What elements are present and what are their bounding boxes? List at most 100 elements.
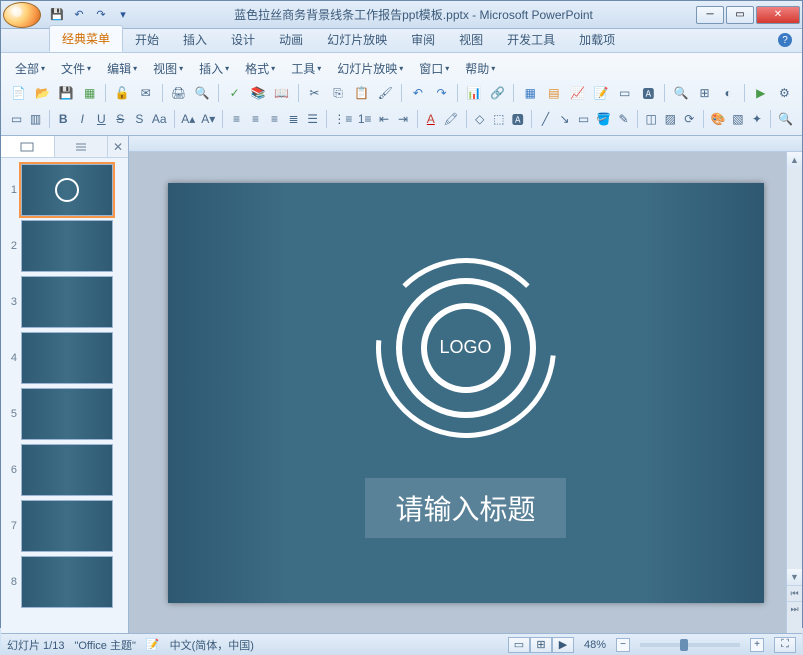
layout-icon[interactable]: ▥ <box>28 109 43 129</box>
shapes-icon[interactable]: ◇ <box>472 109 487 129</box>
justify-icon[interactable]: ≣ <box>286 109 301 129</box>
thumbnail-3[interactable]: 3 <box>1 274 128 330</box>
menu-tools[interactable]: 工具▾ <box>285 58 327 79</box>
undo-icon[interactable]: ↶ <box>71 7 87 23</box>
thumbnail-5[interactable]: 5 <box>1 386 128 442</box>
tab-slideshow[interactable]: 幻灯片放映 <box>315 27 399 52</box>
tab-view[interactable]: 视图 <box>447 27 495 52</box>
color-grayscale-icon[interactable]: ◐ <box>718 83 738 103</box>
office-button[interactable] <box>3 2 41 28</box>
zoom-slider[interactable] <box>640 643 740 647</box>
paste-icon[interactable]: 📋 <box>352 83 372 103</box>
newslide2-icon[interactable]: ✦ <box>749 109 764 129</box>
chart-icon[interactable]: 📊 <box>464 83 484 103</box>
rotate-icon[interactable]: ⟳ <box>682 109 697 129</box>
format-painter-icon[interactable]: 🖌 <box>375 83 395 103</box>
hyperlink-icon[interactable]: 🔗 <box>488 83 508 103</box>
excel-icon[interactable]: ▦ <box>80 83 100 103</box>
change-case-icon[interactable]: Aa <box>151 109 168 129</box>
menu-insert[interactable]: 插入▾ <box>193 58 235 79</box>
grid-icon[interactable]: ⊞ <box>695 83 715 103</box>
thumbnail-list[interactable]: 1 2 3 4 5 6 7 8 <box>1 158 128 633</box>
grow-font-icon[interactable]: A▴ <box>180 109 196 129</box>
scroll-down-icon[interactable]: ▼ <box>787 569 802 585</box>
maximize-button[interactable]: ▭ <box>726 6 754 24</box>
shrink-font-icon[interactable]: A▾ <box>200 109 216 129</box>
fit-window-icon[interactable]: ⛶ <box>774 637 796 653</box>
wordart-icon[interactable]: 🅰 <box>639 83 659 103</box>
shadow-effect-icon[interactable]: ▨ <box>663 109 678 129</box>
align-left-icon[interactable]: ≡ <box>229 109 244 129</box>
redo-icon[interactable]: ↷ <box>93 7 109 23</box>
thumbnail-close-icon[interactable]: ✕ <box>108 136 128 157</box>
thumbnail-6[interactable]: 6 <box>1 442 128 498</box>
bold-icon[interactable]: B <box>56 109 71 129</box>
zoom-icon[interactable]: 🔍 <box>671 83 691 103</box>
thumbnail-7[interactable]: 7 <box>1 498 128 554</box>
slides-tab[interactable] <box>1 136 55 157</box>
language-status[interactable]: 中文(简体，中国) <box>170 637 254 653</box>
newslide-icon[interactable]: ▭ <box>9 109 24 129</box>
tables-icon[interactable]: ▤ <box>544 83 564 103</box>
spellcheck-icon[interactable]: ✓ <box>225 83 245 103</box>
open-icon[interactable]: 📂 <box>33 83 53 103</box>
slideshow-view-icon[interactable]: ▶ <box>552 637 574 653</box>
cut-icon[interactable]: ✂ <box>305 83 325 103</box>
minimize-button[interactable]: ─ <box>696 6 724 24</box>
menu-help[interactable]: 帮助▾ <box>459 58 501 79</box>
quickstyle-icon[interactable]: 🅰 <box>510 109 525 129</box>
menu-window[interactable]: 窗口▾ <box>413 58 455 79</box>
underline-icon[interactable]: U <box>94 109 109 129</box>
table-icon[interactable]: ▦ <box>520 83 540 103</box>
insert-chart-icon[interactable]: 📈 <box>568 83 588 103</box>
bullets-icon[interactable]: ⋮≡ <box>333 109 353 129</box>
shadow-icon[interactable]: S <box>132 109 147 129</box>
vertical-scrollbar[interactable]: ▲ ▼ ⏮ ⏭ <box>786 152 802 633</box>
title-placeholder[interactable]: 请输入标题 <box>365 478 565 538</box>
next-slide-icon[interactable]: ⏭ <box>787 601 802 617</box>
research-icon[interactable]: 📚 <box>248 83 268 103</box>
increase-indent-icon[interactable]: ⇥ <box>396 109 411 129</box>
tab-home[interactable]: 开始 <box>123 27 171 52</box>
print-preview-icon[interactable]: 🔍 <box>192 83 212 103</box>
new-icon[interactable]: 📄 <box>9 83 29 103</box>
zoom-out-button[interactable]: − <box>616 638 630 652</box>
menu-all[interactable]: 全部▾ <box>9 58 51 79</box>
normal-view-icon[interactable]: ▭ <box>508 637 530 653</box>
menu-format[interactable]: 格式▾ <box>239 58 281 79</box>
zoom-in-button[interactable]: + <box>750 638 764 652</box>
3d-icon[interactable]: ◫ <box>644 109 659 129</box>
tab-review[interactable]: 审阅 <box>399 27 447 52</box>
tab-insert[interactable]: 插入 <box>171 27 219 52</box>
tab-developer[interactable]: 开发工具 <box>495 27 567 52</box>
slide-canvas[interactable]: LOGO 请输入标题 <box>168 183 764 603</box>
textbox-icon[interactable]: 📝 <box>591 83 611 103</box>
prev-slide-icon[interactable]: ⏮ <box>787 585 802 601</box>
slide-viewport[interactable]: LOGO 请输入标题 ▲ ▼ ⏮ ⏭ <box>129 152 802 633</box>
outline-tab[interactable] <box>55 136 109 157</box>
logo-graphic[interactable]: LOGO <box>366 248 566 448</box>
email-icon[interactable]: ✉ <box>136 83 156 103</box>
help-icon[interactable]: ? <box>778 33 792 47</box>
redo-toolbar-icon[interactable]: ↷ <box>432 83 452 103</box>
save-toolbar-icon[interactable]: 💾 <box>56 83 76 103</box>
italic-icon[interactable]: I <box>75 109 90 129</box>
line-icon[interactable]: ╱ <box>538 109 553 129</box>
permission-icon[interactable]: 🔓 <box>112 83 132 103</box>
background-icon[interactable]: ▧ <box>730 109 745 129</box>
align-right-icon[interactable]: ≡ <box>267 109 282 129</box>
menu-slideshow[interactable]: 幻灯片放映▾ <box>331 58 409 79</box>
menu-view[interactable]: 视图▾ <box>147 58 189 79</box>
distributed-icon[interactable]: ☰ <box>305 109 320 129</box>
highlight-icon[interactable]: 🖍 <box>442 109 459 129</box>
numbering-icon[interactable]: 1≡ <box>357 109 373 129</box>
arrow-icon[interactable]: ↘ <box>557 109 572 129</box>
sorter-view-icon[interactable]: ⊞ <box>530 637 552 653</box>
menu-file[interactable]: 文件▾ <box>55 58 97 79</box>
save-icon[interactable]: 💾 <box>49 7 65 23</box>
font-color-icon[interactable]: A <box>423 109 438 129</box>
shape-fill-icon[interactable]: 🪣 <box>595 109 612 129</box>
close-button[interactable]: ✕ <box>756 6 800 24</box>
strikethrough-icon[interactable]: S <box>113 109 128 129</box>
thumbnail-1[interactable]: 1 <box>1 162 128 218</box>
